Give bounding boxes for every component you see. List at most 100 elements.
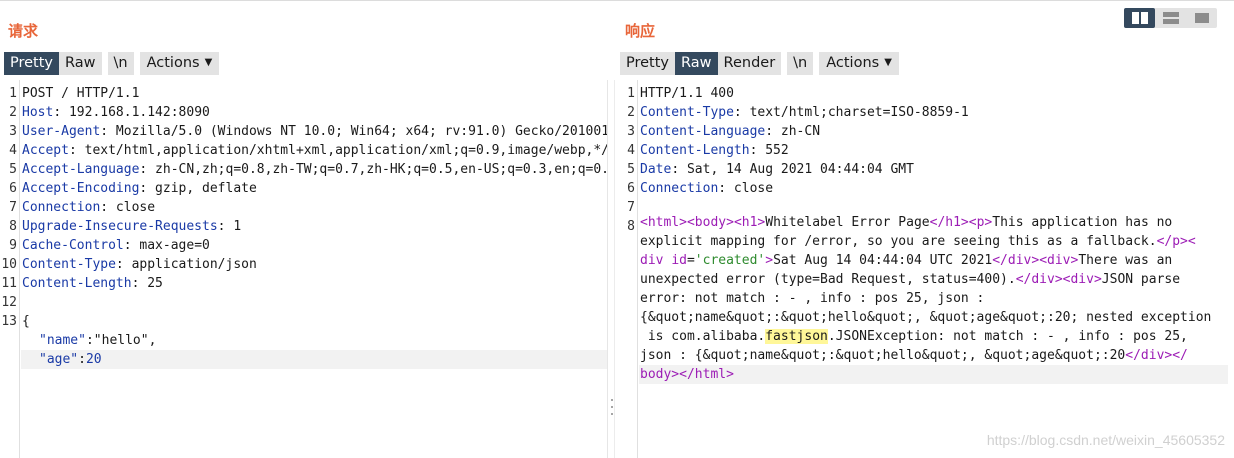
response-toolbar: Pretty Raw Render \n Actions ▼ [620, 52, 899, 75]
line-number: 13 [1, 314, 17, 329]
code-text: Accept-Language: zh-CN,zh;q=0.8,zh-TW;q=… [22, 160, 607, 179]
response-editor[interactable]: <html><body><h1>Whitelabel Error Page</h… [618, 80, 1228, 458]
code-line: 2 Host: 192.168.1.142:8090 [0, 103, 607, 122]
header-name: Cache-Control [22, 238, 124, 253]
code-line: 2 Content-Type: text/html;charset=ISO-885… [618, 103, 1228, 122]
line-number: 1 [627, 86, 635, 101]
code-line: 11 Content-Length: 25 [0, 274, 607, 293]
body-text: error: not match : - , info : pos 25, js… [640, 291, 985, 306]
watermark: https://blog.csdn.net/weixin_45605352 [986, 432, 1225, 448]
line-number: 8 [9, 219, 17, 234]
code-text: Host: 192.168.1.142:8090 [22, 103, 607, 122]
header-value: : 552 [749, 143, 789, 158]
code-line: 3 User-Agent: Mozilla/5.0 (Windows NT 10.… [0, 122, 607, 141]
code-line: 4 Accept: text/html,application/xhtml+xml… [0, 141, 607, 160]
body-text: .JSONException: not match : - , info : p… [827, 329, 1188, 344]
header-name: Host [22, 105, 54, 120]
tab-pretty[interactable]: Pretty [620, 52, 676, 75]
header-value: : max-age=0 [123, 238, 210, 253]
newline-toggle-button[interactable]: \n [787, 52, 814, 75]
html-tag: </html> [679, 367, 734, 382]
line-number: 3 [9, 124, 17, 139]
code-text: HTTP/1.1 400 [640, 84, 1228, 103]
body-line: json : {&quot;name&quot;:&quot;hello&quo… [640, 346, 1224, 365]
code-line: 5 Date: Sat, 14 Aug 2021 04:44:04 GMT [618, 160, 1228, 179]
code-line: 4 Content-Length: 552 [618, 141, 1228, 160]
body-text: JSON parse [1101, 272, 1181, 287]
line-number: 7 [9, 200, 17, 215]
body-text: explicit mapping for /error, so you are … [640, 234, 1157, 249]
header-name: Content-Type [640, 105, 734, 120]
body-line: {&quot;name&quot;:&quot;hello&quot;, &qu… [640, 308, 1224, 327]
code-line: 6 Connection: close [618, 179, 1228, 198]
body-text: = [686, 253, 695, 268]
code-line: 1 POST / HTTP/1.1 [0, 84, 607, 103]
json-value: "hello" [93, 333, 149, 348]
header-value: HTTP/1.1 400 [640, 86, 734, 101]
header-name: Date [640, 162, 672, 177]
tab-pretty[interactable]: Pretty [4, 52, 60, 75]
json-key: "age" [39, 352, 79, 367]
code-text: Upgrade-Insecure-Requests: 1 [22, 217, 607, 236]
actions-label: Actions [146, 55, 200, 71]
code-text: Accept: text/html,application/xhtml+xml,… [22, 141, 607, 160]
code-line: 7 [618, 198, 1228, 217]
line-number: 11 [1, 276, 17, 291]
html-tag: <div> [1039, 253, 1079, 268]
code-line: 5 Accept-Language: zh-CN,zh;q=0.8,zh-TW;q… [0, 160, 607, 179]
line-number: 9 [9, 238, 17, 253]
header-name: Connection [22, 200, 101, 215]
html-tag: <div> [1062, 272, 1102, 287]
code-line: 8 [618, 217, 1228, 236]
code-text: Date: Sat, 14 Aug 2021 04:44:04 GMT [640, 160, 1228, 179]
line-number: 5 [627, 162, 635, 177]
code-text: { [22, 312, 607, 331]
stacked-layout-icon[interactable] [1155, 8, 1186, 28]
body-text: Sat Aug 14 04:44:04 UTC 2021 [773, 253, 993, 268]
side-by-side-layout-icon[interactable] [1124, 8, 1155, 28]
html-tag: body> [640, 367, 680, 382]
header-value: { [22, 314, 30, 329]
tab-raw[interactable]: Raw [675, 52, 718, 75]
request-pane: 请求 Pretty Raw \n Actions ▼ 1 POST / HTTP/1… [0, 0, 610, 458]
html-tag: div [640, 253, 672, 268]
line-number: 7 [627, 200, 635, 215]
response-pane: 响应 Pretty Raw Render \n Actions ▼ <html><… [618, 0, 1234, 458]
actions-button[interactable]: Actions ▼ [139, 52, 220, 75]
code-text: Content-Length: 25 [22, 274, 607, 293]
code-text: Cache-Control: max-age=0 [22, 236, 607, 255]
line-number: 4 [9, 143, 17, 158]
request-editor[interactable]: 1 POST / HTTP/1.1 2 Host: 192.168.1.142:809… [0, 80, 608, 458]
header-name: Connection [640, 181, 719, 196]
pane-resize-handle[interactable] [609, 399, 615, 415]
header-name: Upgrade-Insecure-Requests [22, 219, 218, 234]
line-number: 6 [9, 181, 17, 196]
code-text: Connection: close [640, 179, 1228, 198]
code-text: Accept-Encoding: gzip, deflate [22, 179, 607, 198]
tab-render[interactable]: Render [717, 52, 782, 75]
header-value: : 192.168.1.142:8090 [53, 105, 210, 120]
tab-raw[interactable]: Raw [59, 52, 102, 75]
single-layout-icon[interactable] [1186, 8, 1217, 28]
header-value: : Sat, 14 Aug 2021 04:44:04 GMT [671, 162, 914, 177]
code-line: 3 Content-Language: zh-CN [618, 122, 1228, 141]
body-line: is com.alibaba.fastjson.JSONException: n… [640, 327, 1224, 346]
line-number: 1 [9, 86, 17, 101]
body-line: div id='created'>Sat Aug 14 04:44:04 UTC… [640, 251, 1224, 270]
chevron-down-icon: ▼ [884, 57, 892, 68]
code-line: 12 [0, 293, 607, 312]
line-number: 2 [9, 105, 17, 120]
header-value: : 1 [217, 219, 242, 234]
code-line: 6 Accept-Encoding: gzip, deflate [0, 179, 607, 198]
header-value: : zh-CN [765, 124, 821, 139]
html-tag: < [1187, 234, 1196, 249]
search-highlight: fastjson [765, 329, 828, 344]
code-text: Content-Length: 552 [640, 141, 1228, 160]
html-tag: </div> [1125, 348, 1173, 363]
actions-button[interactable]: Actions ▼ [819, 52, 899, 75]
body-text: unexpected error (type=Bad Request, stat… [640, 272, 1016, 287]
json-body-line: "age":20 [21, 350, 607, 369]
body-line: body></html> [640, 365, 1224, 384]
newline-toggle-button[interactable]: \n [107, 52, 134, 75]
header-name: Content-Length [640, 143, 750, 158]
